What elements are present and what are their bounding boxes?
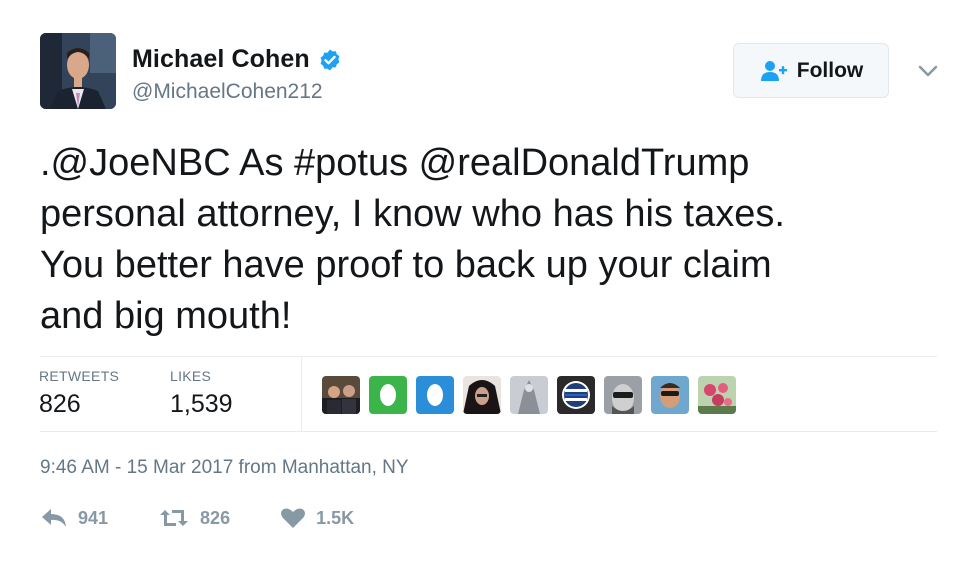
liker-avatar-3[interactable] — [416, 376, 454, 414]
like-count: 1.5K — [316, 507, 355, 528]
tweet-text: .@JoeNBC As #potus @realDonaldTrump pers… — [40, 142, 785, 337]
chevron-down-icon[interactable] — [916, 61, 940, 81]
likes-stat[interactable]: LIKES 1,539 — [170, 368, 233, 419]
follow-button[interactable]: Follow — [733, 43, 889, 98]
likes-count: 1,539 — [170, 390, 233, 418]
retweets-count: 826 — [39, 390, 81, 418]
retweet-icon — [160, 510, 189, 526]
heart-icon — [281, 508, 306, 528]
retweet-button[interactable]: 826 — [158, 507, 230, 529]
follow-button-label: Follow — [796, 58, 864, 82]
liker-avatar-4[interactable] — [463, 376, 501, 414]
retweet-count: 826 — [200, 507, 231, 528]
profile-avatar[interactable] — [40, 33, 116, 109]
reply-count: 941 — [78, 507, 109, 528]
divider-bottom — [40, 431, 937, 432]
like-button[interactable]: 1.5K — [280, 507, 354, 529]
retweets-label: RETWEETS — [39, 368, 120, 384]
liker-avatar-2[interactable] — [369, 376, 407, 414]
stats-separator — [301, 356, 302, 432]
liker-avatar-8[interactable] — [651, 376, 689, 414]
likes-label: LIKES — [170, 368, 212, 384]
user-handle[interactable]: @MichaelCohen212 — [132, 80, 323, 104]
liker-avatar-7[interactable] — [604, 376, 642, 414]
liker-avatar-6[interactable] — [557, 376, 595, 414]
reply-icon — [42, 509, 66, 527]
tweet-actions: 941 826 1.5K — [40, 507, 404, 529]
user-name[interactable]: Michael Cohen — [132, 45, 310, 74]
tweet-timestamp[interactable]: 9:46 AM - 15 Mar 2017 from Manhattan, NY — [40, 457, 409, 479]
liker-avatar-1[interactable] — [322, 376, 360, 414]
liker-avatars — [322, 376, 745, 414]
retweets-stat[interactable]: RETWEETS 826 — [39, 368, 119, 419]
liker-avatar-9[interactable] — [698, 376, 736, 414]
divider-top — [40, 356, 937, 357]
verified-badge-icon — [320, 49, 340, 70]
liker-avatar-5[interactable] — [510, 376, 548, 414]
reply-button[interactable]: 941 — [40, 507, 108, 529]
follow-user-icon — [760, 60, 787, 81]
